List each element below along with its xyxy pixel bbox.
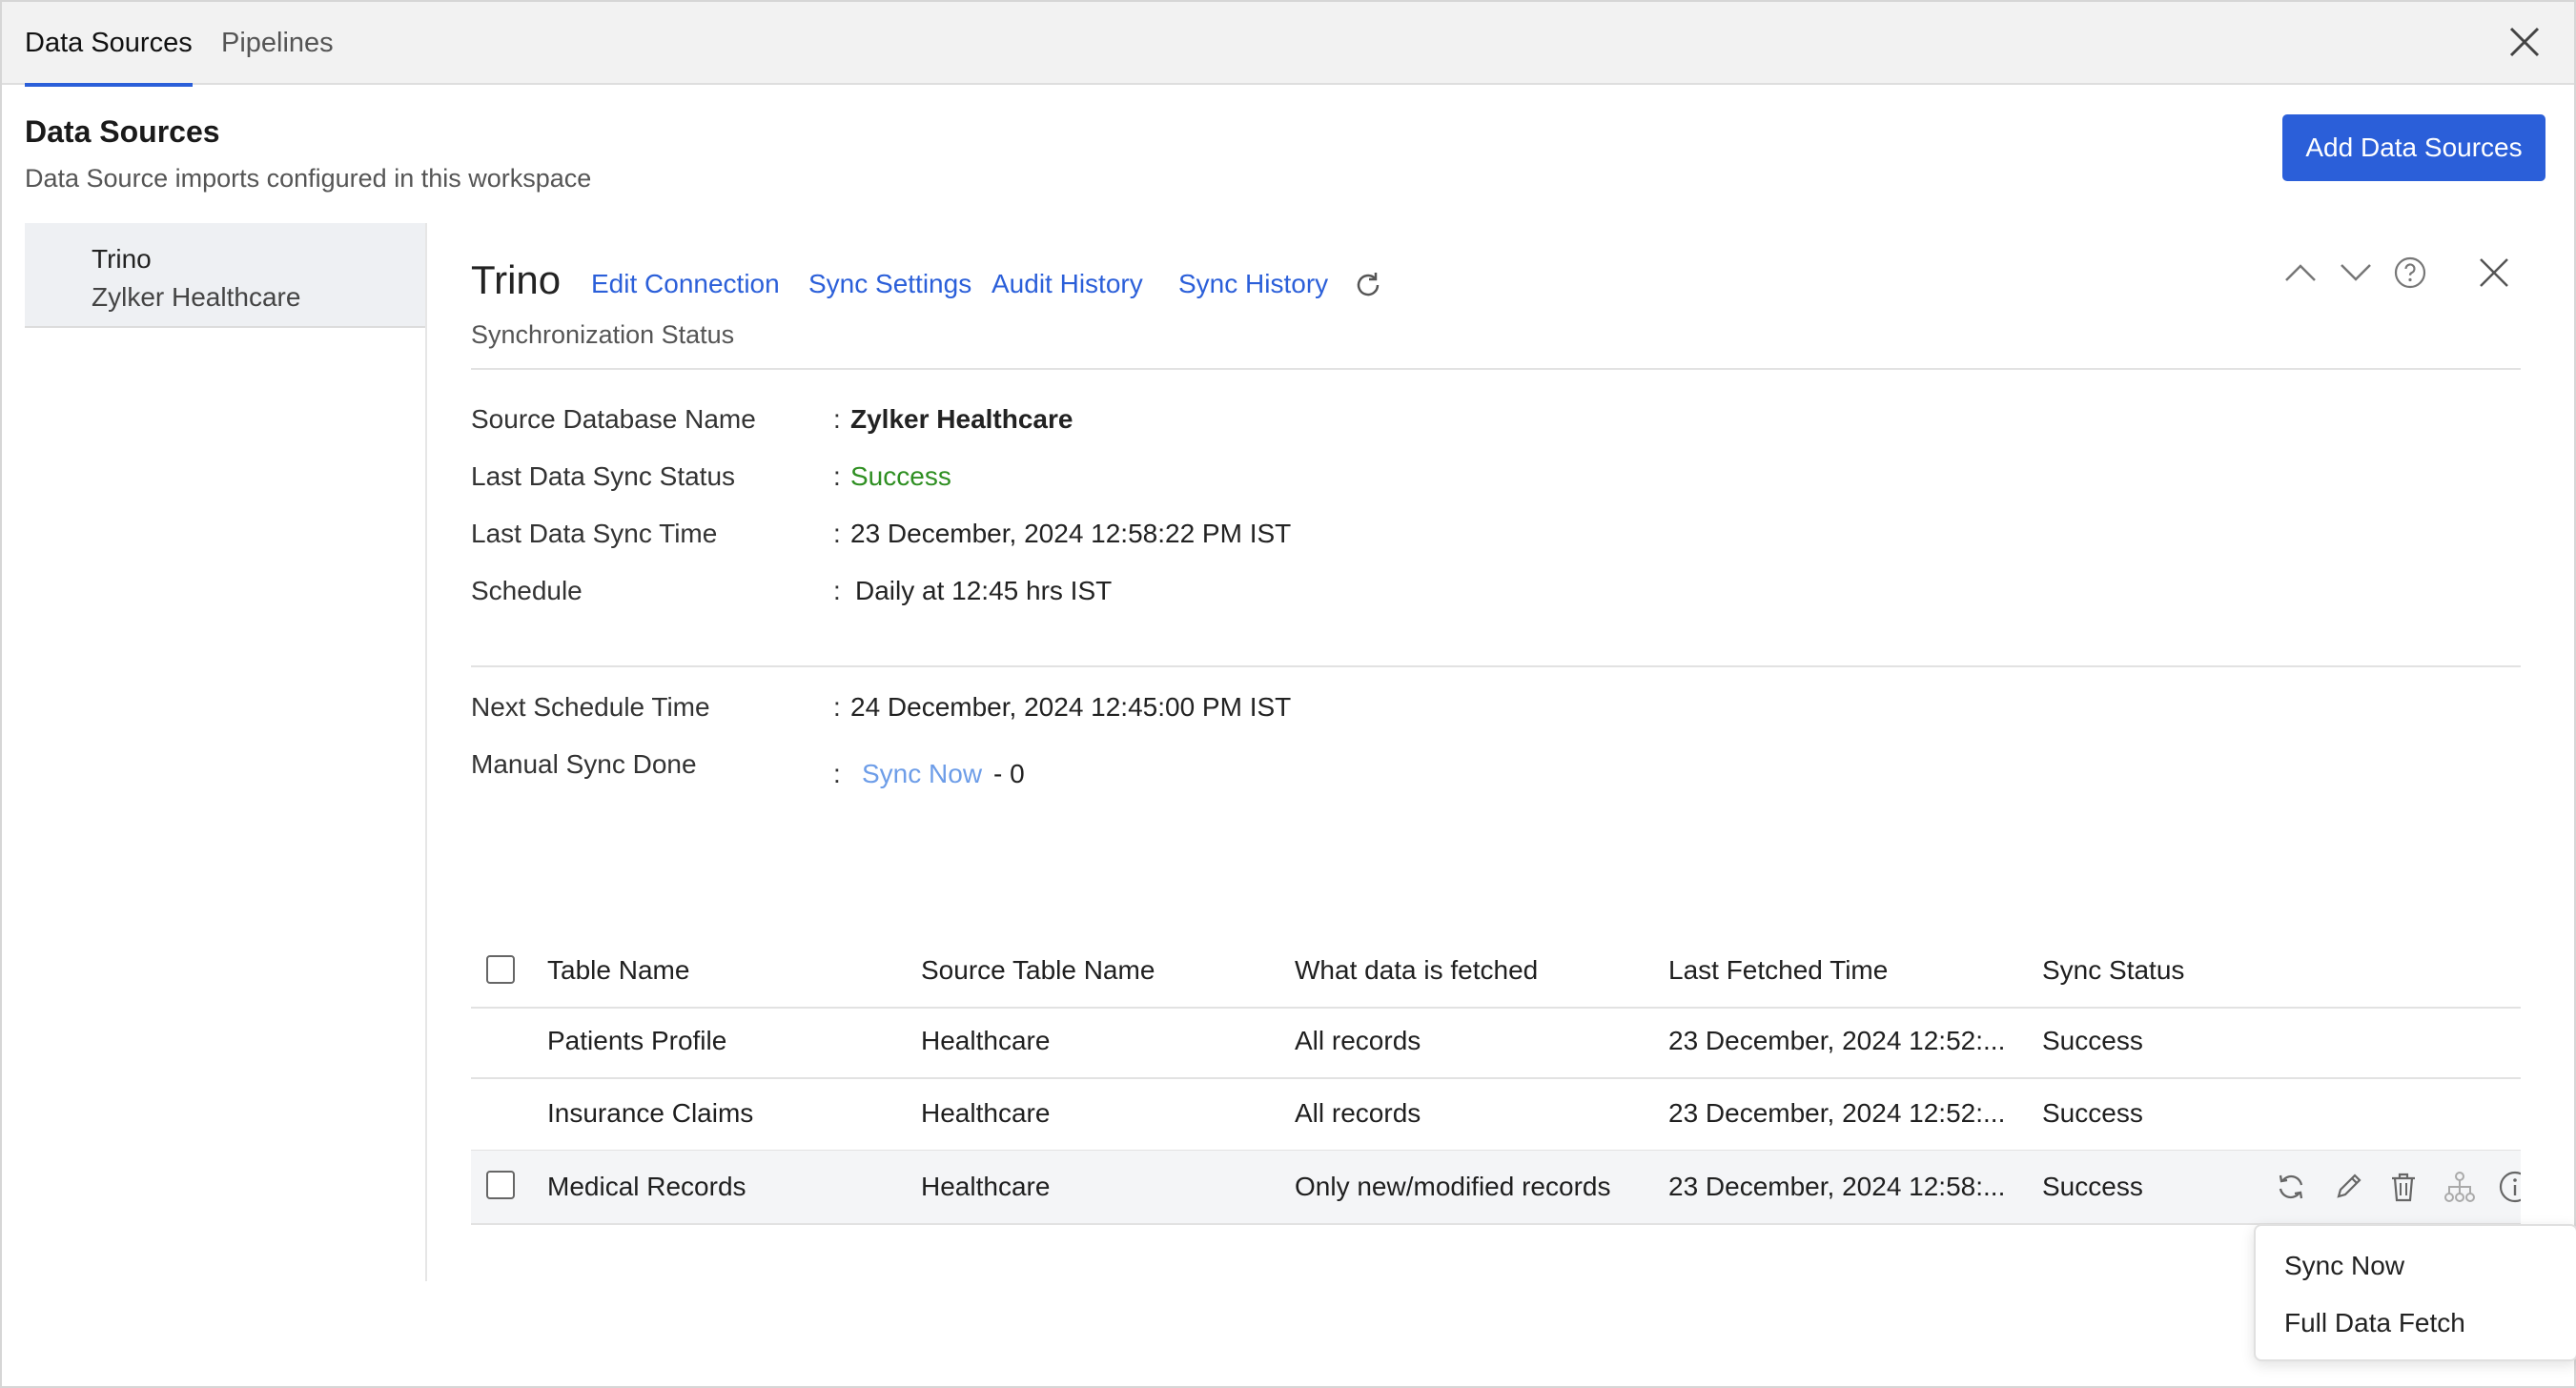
data-sources-window: Data Sources Pipelines Data Sources Data… bbox=[0, 0, 2576, 1388]
column-header-source-table[interactable]: Source Table Name bbox=[921, 955, 1155, 986]
table-cell-table-name: Patients Profile bbox=[547, 1026, 727, 1055]
audit-history-link[interactable]: Audit History bbox=[992, 269, 1143, 299]
table-cell-table-name: Medical Records bbox=[547, 1172, 746, 1201]
table-cell-last-fetched: 23 December, 2024 12:58:... bbox=[1668, 1172, 2006, 1201]
info-label-last-status: Last Data Sync Status bbox=[471, 461, 736, 491]
table-cell-sync-status: Success bbox=[2042, 1026, 2143, 1055]
tab-bar: Data Sources Pipelines bbox=[2, 2, 2574, 87]
info-colon: : bbox=[833, 461, 841, 491]
edit-connection-link[interactable]: Edit Connection bbox=[591, 269, 780, 299]
info-label-last-time: Last Data Sync Time bbox=[471, 519, 718, 548]
source-list: Trino Zylker Healthcare bbox=[25, 223, 427, 1281]
table-row-divider bbox=[471, 1223, 2521, 1225]
table-cell-data-fetched: All records bbox=[1295, 1026, 1421, 1055]
table-cell-table-name: Insurance Claims bbox=[547, 1098, 754, 1128]
info-colon: : bbox=[833, 519, 841, 548]
column-header-table-name[interactable]: Table Name bbox=[547, 955, 689, 986]
info-colon: : bbox=[833, 576, 841, 605]
table-cell-sync-status: Success bbox=[2042, 1098, 2143, 1128]
tab-pipelines[interactable]: Pipelines bbox=[221, 2, 334, 85]
row-checkbox[interactable] bbox=[486, 1171, 515, 1199]
info-value-last-time: 23 December, 2024 12:58:22 PM IST bbox=[850, 519, 1292, 548]
sync-dropdown-menu: Sync Now Full Data Fetch bbox=[2254, 1224, 2576, 1361]
column-header-sync-status[interactable]: Sync Status bbox=[2042, 955, 2184, 986]
menu-item-full-data-fetch[interactable]: Full Data Fetch bbox=[2284, 1308, 2465, 1338]
chevron-down-icon[interactable] bbox=[2338, 257, 2374, 288]
info-label-manual-sync: Manual Sync Done bbox=[471, 749, 697, 779]
sync-status-subtitle: Synchronization Status bbox=[471, 320, 735, 349]
divider bbox=[471, 665, 2521, 667]
table-cell-source-table: Healthcare bbox=[921, 1026, 1051, 1055]
info-value-schedule: Daily at 12:45 hrs IST bbox=[855, 576, 1113, 605]
info-value-last-status: Success bbox=[850, 461, 951, 491]
delete-icon[interactable] bbox=[2387, 1170, 2420, 1204]
column-header-last-fetched[interactable]: Last Fetched Time bbox=[1668, 955, 1888, 986]
page-title: Data Sources bbox=[25, 114, 220, 149]
chevron-up-icon[interactable] bbox=[2282, 257, 2319, 288]
table-cell-source-table: Healthcare bbox=[921, 1098, 1051, 1128]
select-all-checkbox[interactable] bbox=[486, 955, 515, 984]
sync-icon[interactable] bbox=[2275, 1171, 2307, 1203]
source-item-trino[interactable]: Trino Zylker Healthcare bbox=[25, 223, 425, 328]
info-value-source-db: Zylker Healthcare bbox=[850, 404, 1073, 434]
info-colon: : bbox=[833, 692, 841, 722]
info-label-schedule: Schedule bbox=[471, 576, 583, 605]
page-subtitle: Data Source imports configured in this w… bbox=[25, 164, 592, 193]
sync-history-link[interactable]: Sync History bbox=[1178, 269, 1328, 299]
menu-item-sync-now[interactable]: Sync Now bbox=[2284, 1251, 2404, 1281]
lineage-icon[interactable] bbox=[2443, 1170, 2477, 1204]
manual-sync-count: - 0 bbox=[993, 759, 1025, 788]
table-cell-data-fetched: Only new/modified records bbox=[1295, 1172, 1611, 1201]
add-data-sources-button[interactable]: Add Data Sources bbox=[2282, 114, 2545, 181]
edit-icon[interactable] bbox=[2332, 1171, 2364, 1203]
info-colon: : bbox=[833, 404, 841, 434]
info-colon: : bbox=[833, 759, 841, 788]
source-database: Zylker Healthcare bbox=[92, 282, 301, 312]
table-cell-source-table: Healthcare bbox=[921, 1172, 1051, 1201]
sync-settings-link[interactable]: Sync Settings bbox=[808, 269, 971, 299]
source-name: Trino bbox=[92, 244, 152, 274]
tab-data-sources[interactable]: Data Sources bbox=[25, 2, 193, 87]
info-label-next-schedule: Next Schedule Time bbox=[471, 692, 710, 722]
table-header-divider bbox=[471, 1007, 2521, 1009]
sync-now-link[interactable]: Sync Now bbox=[862, 759, 982, 789]
detail-title: Trino bbox=[471, 257, 562, 302]
refresh-icon[interactable] bbox=[1352, 269, 1384, 301]
column-header-data-fetched[interactable]: What data is fetched bbox=[1295, 955, 1538, 986]
divider bbox=[471, 368, 2521, 370]
info-icon[interactable] bbox=[2498, 1170, 2521, 1204]
close-icon[interactable] bbox=[2504, 21, 2545, 63]
table-row-divider bbox=[471, 1077, 2521, 1079]
close-detail-icon[interactable] bbox=[2477, 255, 2511, 290]
table-cell-sync-status: Success bbox=[2042, 1172, 2143, 1201]
table-cell-data-fetched: All records bbox=[1295, 1098, 1421, 1128]
table-cell-last-fetched: 23 December, 2024 12:52:... bbox=[1668, 1098, 2006, 1128]
table-cell-last-fetched: 23 December, 2024 12:52:... bbox=[1668, 1026, 2006, 1055]
info-value-next-schedule: 24 December, 2024 12:45:00 PM IST bbox=[850, 692, 1292, 722]
info-label-source-db: Source Database Name bbox=[471, 404, 756, 434]
help-icon[interactable] bbox=[2393, 255, 2427, 290]
